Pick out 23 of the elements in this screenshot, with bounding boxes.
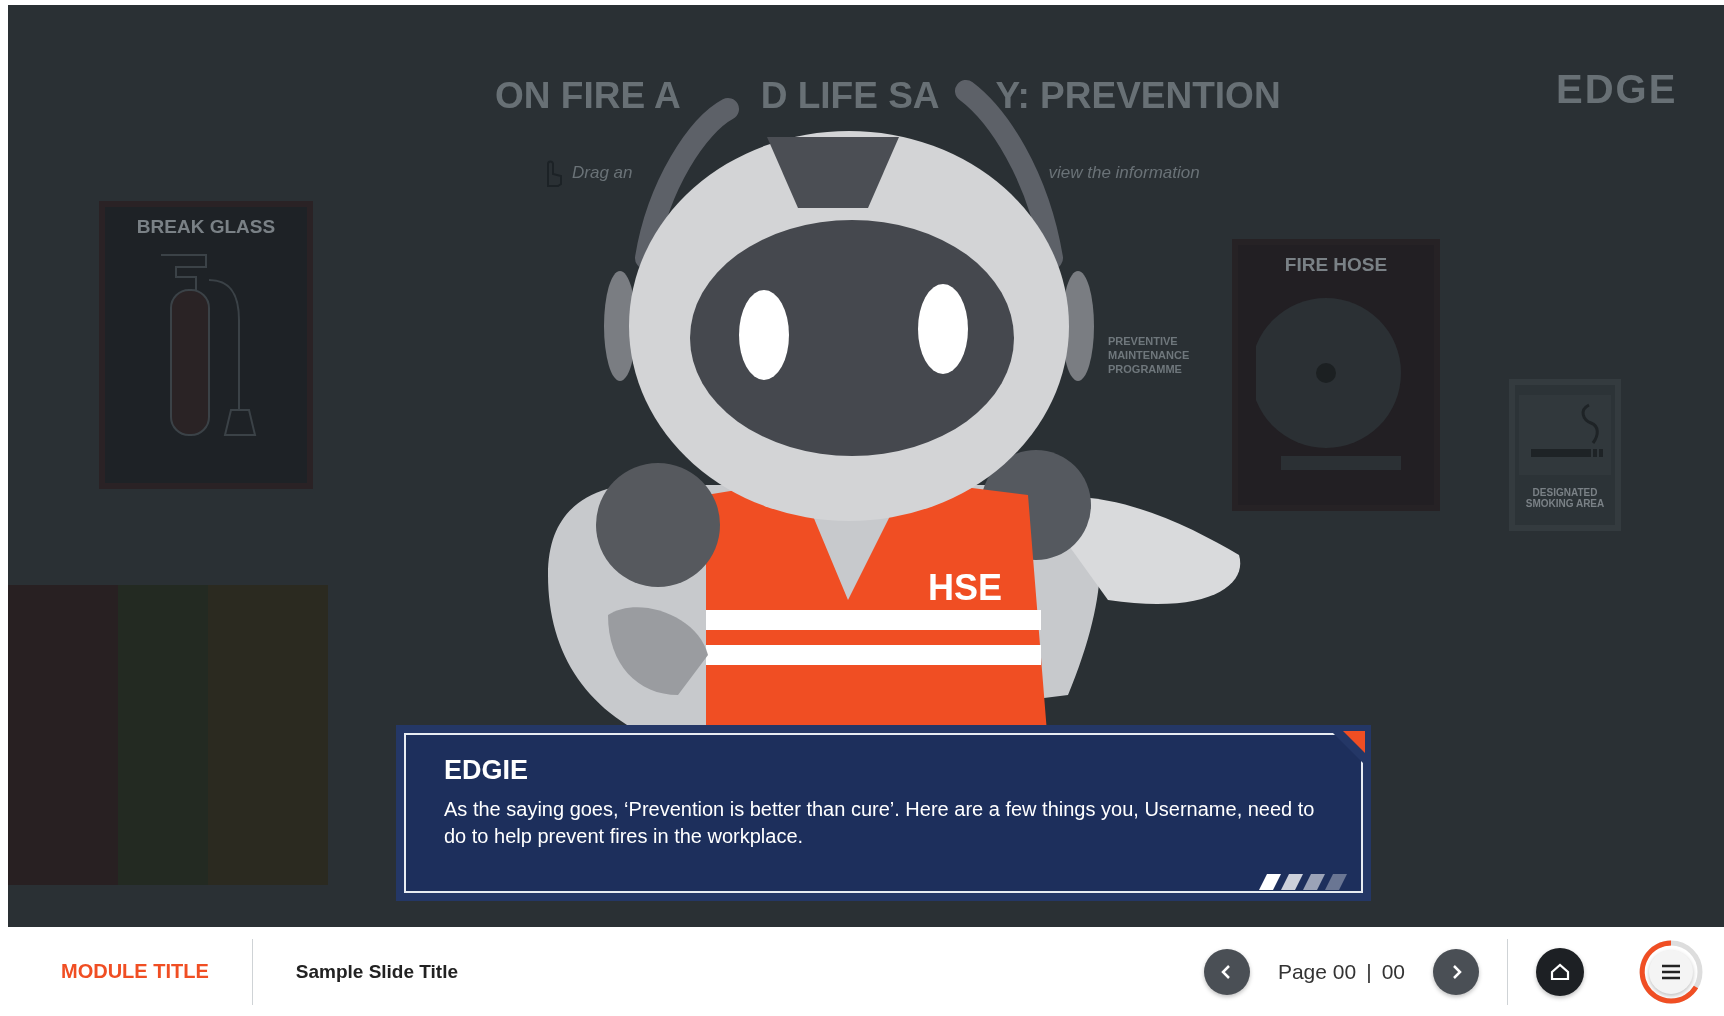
slide-title: Sample Slide Title: [295, 960, 460, 983]
speaker-name: EDGIE: [444, 755, 530, 786]
poster-label: FIRE HOSE: [1284, 255, 1388, 276]
poster-label: DESIGNATED SMOKING AREA: [1525, 487, 1605, 509]
vest-label: HSE: [928, 567, 1002, 608]
slide-heading: ON FIRE A: [495, 75, 681, 117]
instruction-text: view the information: [1048, 163, 1200, 183]
home-button[interactable]: [1536, 947, 1584, 996]
page-total: 00: [1381, 959, 1405, 984]
next-button[interactable]: [1433, 948, 1479, 995]
menu-icon: [1660, 962, 1682, 981]
slide-heading: D LIFE SA: [760, 75, 940, 117]
poster-label: BREAK GLASS: [136, 217, 276, 238]
menu-button[interactable]: [1638, 938, 1704, 1005]
logo: EDGE: [1556, 67, 1678, 112]
dialog-text: As the saying goes, ‘Prevention is better than cure’. Here are a few things you, Username, need to do to help prevent fires in the workplace.: [444, 797, 1316, 849]
slide-heading: Y: PREVENTION: [995, 75, 1281, 117]
instruction-text: Drag an: [572, 163, 633, 183]
page-separator: |: [1366, 959, 1372, 984]
page-number: Page 00: [1277, 959, 1357, 984]
previous-button[interactable]: [1203, 948, 1250, 995]
module-title: MODULE TITLE: [61, 960, 209, 983]
note-text: PREVENTIVE MAINTENANCE PROGRAMME: [1108, 335, 1191, 377]
